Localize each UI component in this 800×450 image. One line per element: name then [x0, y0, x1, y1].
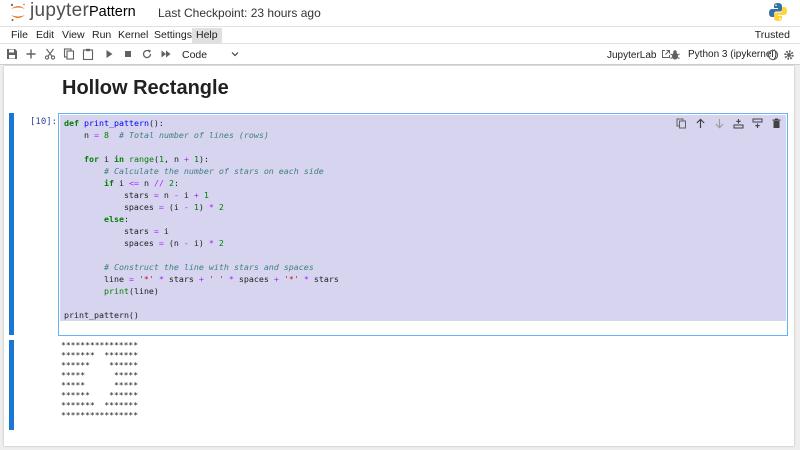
menu-file[interactable]: File — [11, 29, 28, 41]
code-line: line = '*' * stars + ' ' * spaces + '*' … — [64, 274, 339, 284]
code-line: print_pattern() — [64, 310, 139, 320]
code-editor[interactable]: def print_pattern(): n = 8 # Total numbe… — [60, 115, 786, 321]
markdown-heading: Hollow Rectangle — [62, 77, 229, 99]
chevron-down-icon[interactable] — [231, 50, 239, 58]
code-line: stars = n - i + 1 — [64, 190, 209, 200]
kernel-name[interactable]: Python 3 (ipykernel) — [688, 49, 777, 60]
output-line: **************** — [61, 411, 139, 420]
menubar: File Edit View Run Kernel Settings Help … — [0, 26, 800, 44]
jupyterlab-link-label: JupyterLab — [607, 50, 657, 61]
output-line: ******* ******* — [61, 351, 139, 360]
input-collapser[interactable] — [9, 113, 14, 335]
top-header: jupyter Pattern Last Checkpoint: 23 hour… — [0, 0, 800, 26]
jupyter-logo-icon[interactable] — [8, 2, 28, 22]
code-line: spaces = (i - 1) * 2 — [64, 202, 224, 212]
output-line: **************** — [61, 341, 139, 350]
insert-below-icon[interactable] — [752, 118, 763, 129]
jupyter-logo-text[interactable]: jupyter — [30, 0, 89, 22]
code-line: if i <= n // 2: — [103, 178, 179, 188]
output-line: ***** ***** — [61, 381, 139, 390]
code-line: # Construct the line with stars and spac… — [103, 262, 314, 272]
insert-above-icon[interactable] — [733, 118, 744, 129]
notebook-toolbar: Code JupyterLab Python 3 (ipykernel) — [0, 44, 800, 65]
code-line: print(line) — [103, 286, 159, 296]
delete-cell-icon[interactable] — [771, 118, 782, 129]
output-collapser[interactable] — [9, 340, 14, 430]
restart-icon[interactable] — [141, 48, 153, 60]
settings-gear-icon[interactable] — [783, 49, 795, 61]
menu-edit[interactable]: Edit — [36, 29, 54, 41]
menu-view[interactable]: View — [62, 29, 85, 41]
code-line: # Calculate the number of stars on each … — [103, 166, 324, 176]
last-checkpoint: Last Checkpoint: 23 hours ago — [158, 6, 321, 20]
run-icon[interactable] — [103, 48, 115, 60]
stop-icon[interactable] — [122, 48, 134, 60]
code-line: else: — [103, 214, 129, 224]
output-line: ***** ***** — [61, 371, 139, 380]
output-line: ****** ****** — [61, 391, 139, 400]
code-line: for i in range(1, n + 1): — [83, 154, 209, 164]
move-up-icon[interactable] — [695, 118, 706, 129]
code-cell[interactable]: def print_pattern(): n = 8 # Total numbe… — [58, 113, 788, 336]
copy-icon[interactable] — [63, 48, 75, 60]
fast-forward-icon[interactable] — [160, 48, 172, 60]
menu-run[interactable]: Run — [92, 29, 111, 41]
cut-icon[interactable] — [44, 48, 56, 60]
move-down-icon[interactable] — [714, 118, 725, 129]
trusted-indicator[interactable]: Trusted — [755, 29, 790, 41]
code-line: stars = i — [64, 226, 169, 236]
jupyterlab-link[interactable]: JupyterLab — [607, 49, 671, 61]
kernel-status-circle-icon — [767, 49, 779, 61]
code-line: spaces = (n - i) * 2 — [64, 238, 224, 248]
notebook-name[interactable]: Pattern — [89, 4, 136, 20]
menu-kernel[interactable]: Kernel — [118, 29, 148, 41]
plus-icon[interactable] — [25, 48, 37, 60]
output-line: ******* ******* — [61, 401, 139, 410]
notebook-panel[interactable]: Hollow Rectangle [10]: def print_pattern… — [4, 66, 794, 446]
output-line: ****** ****** — [61, 361, 139, 370]
cell-type-select[interactable]: Code — [182, 49, 207, 61]
menu-help[interactable]: Help — [192, 28, 222, 43]
code-line: n = 8 # Total number of lines (rows) — [64, 130, 269, 140]
paste-icon[interactable] — [82, 48, 94, 60]
code-line: def print_pattern(): — [64, 118, 164, 128]
python-logo-icon — [769, 3, 787, 21]
duplicate-cell-icon[interactable] — [676, 118, 687, 129]
bug-icon[interactable] — [669, 49, 681, 61]
save-icon[interactable] — [6, 48, 18, 60]
menu-settings[interactable]: Settings — [154, 29, 192, 41]
input-prompt: [10]: — [30, 117, 58, 127]
